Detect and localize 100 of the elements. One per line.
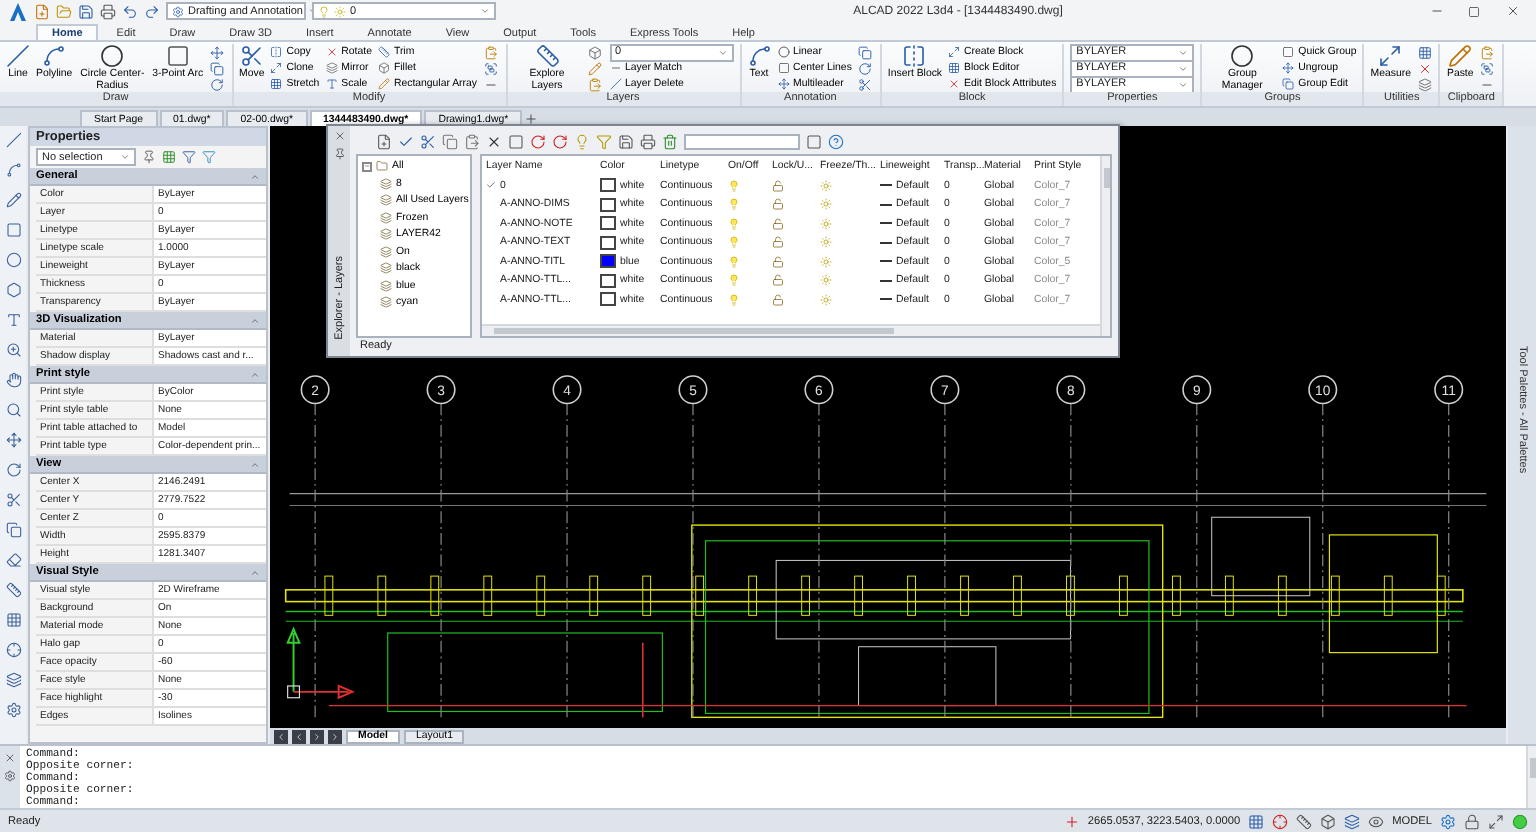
pin-icon[interactable] <box>333 148 345 160</box>
ribbon-icon-button[interactable] <box>1479 60 1496 76</box>
new-file-icon[interactable] <box>34 3 50 19</box>
color-swatch[interactable] <box>600 197 616 212</box>
settings-icon[interactable] <box>5 702 21 718</box>
filter-icon[interactable] <box>596 134 612 150</box>
rectangle-icon[interactable] <box>5 222 21 238</box>
unlock-icon[interactable] <box>772 255 784 268</box>
ribbon-icon-button[interactable] <box>857 60 874 76</box>
snap-icon[interactable] <box>1272 813 1289 829</box>
ribbon-icon-button[interactable] <box>209 44 226 60</box>
pin-icon[interactable] <box>142 150 156 164</box>
color-swatch[interactable] <box>600 235 616 250</box>
filter-icon[interactable] <box>182 150 196 164</box>
move-icon[interactable] <box>5 432 21 448</box>
close-icon[interactable] <box>333 130 345 142</box>
redo-icon[interactable] <box>144 3 160 19</box>
crosshair-icon[interactable] <box>1063 813 1080 829</box>
ribbon-icon-button[interactable] <box>483 44 499 60</box>
ribbon-icon-button[interactable] <box>1416 44 1433 60</box>
circle-icon[interactable] <box>5 252 21 268</box>
grid-icon[interactable] <box>1248 813 1265 829</box>
ruler-icon[interactable] <box>5 582 21 598</box>
circle-icon[interactable] <box>1512 813 1528 829</box>
ribbon-icon-button[interactable] <box>1416 60 1433 76</box>
grid-icon[interactable] <box>5 612 21 628</box>
ribbon-icon-button[interactable] <box>587 76 603 92</box>
folder-icon[interactable] <box>56 3 72 19</box>
ribbon-icon-button[interactable] <box>857 44 874 60</box>
ribbon-icon-button[interactable] <box>209 60 226 76</box>
printer-icon[interactable] <box>100 3 116 19</box>
scissors-icon[interactable] <box>420 134 436 150</box>
scrollbar[interactable] <box>482 324 1100 336</box>
ribbon-icon-button[interactable] <box>483 60 499 76</box>
line-icon[interactable] <box>5 132 21 148</box>
rotate-icon[interactable] <box>530 134 546 150</box>
gear-icon[interactable] <box>1440 813 1456 829</box>
add-tab-icon[interactable] <box>524 112 539 126</box>
save-icon[interactable] <box>618 134 634 150</box>
ribbon-icon-button[interactable] <box>1479 44 1496 60</box>
copy-icon[interactable] <box>442 134 458 150</box>
ribbon-icon-button[interactable] <box>857 76 874 92</box>
text-icon[interactable] <box>5 312 21 328</box>
color-swatch[interactable] <box>600 254 616 269</box>
collapse-icon[interactable] <box>362 161 372 172</box>
clipboard-icon[interactable] <box>464 134 480 150</box>
close-icon[interactable] <box>4 752 16 764</box>
help-icon[interactable] <box>828 134 844 150</box>
scissors-icon[interactable] <box>5 492 21 508</box>
unlock-icon[interactable] <box>772 274 784 287</box>
unlock-icon[interactable] <box>772 179 784 192</box>
trash-icon[interactable] <box>662 134 678 150</box>
next-tab-button[interactable] <box>310 729 324 743</box>
rotate-icon[interactable] <box>5 462 21 478</box>
square-icon[interactable] <box>806 134 822 150</box>
zoom-in-icon[interactable] <box>5 342 21 358</box>
square-icon[interactable] <box>508 134 524 150</box>
color-swatch[interactable] <box>600 273 616 288</box>
expand-icon[interactable] <box>1488 813 1504 829</box>
curve-icon[interactable] <box>5 162 21 178</box>
ribbon-icon-button[interactable] <box>587 44 603 60</box>
undo-icon[interactable] <box>122 3 138 19</box>
hand-icon[interactable] <box>5 372 21 388</box>
check-icon[interactable] <box>398 134 414 150</box>
new-layer-icon[interactable] <box>376 134 392 150</box>
unlock-icon[interactable] <box>772 217 784 230</box>
cross-icon[interactable] <box>486 134 502 150</box>
lightbulb-icon[interactable] <box>574 134 590 150</box>
scrollbar[interactable] <box>1100 156 1110 336</box>
printer-icon[interactable] <box>640 134 656 150</box>
last-tab-button[interactable] <box>328 729 342 743</box>
ribbon-icon-button[interactable] <box>587 60 603 76</box>
previous-tab-button[interactable] <box>292 729 306 743</box>
search-icon[interactable] <box>5 402 21 418</box>
search-field[interactable] <box>684 134 800 150</box>
grid-icon[interactable] <box>162 150 176 164</box>
hexagon-icon[interactable] <box>5 282 21 298</box>
save-icon[interactable] <box>78 3 94 19</box>
ribbon-icon-button[interactable] <box>1416 76 1433 92</box>
scrollbar[interactable] <box>1526 746 1536 808</box>
crosshair-icon[interactable] <box>5 642 21 658</box>
cube-icon[interactable] <box>1320 813 1337 829</box>
copy-icon[interactable] <box>5 522 21 538</box>
eye-icon[interactable] <box>1368 813 1385 829</box>
unlock-icon[interactable] <box>772 293 784 306</box>
filter-icon[interactable] <box>202 150 216 164</box>
eraser-icon[interactable] <box>5 552 21 568</box>
color-swatch[interactable] <box>600 216 616 231</box>
color-swatch[interactable] <box>600 292 616 307</box>
color-swatch[interactable] <box>600 178 616 193</box>
lock-icon[interactable] <box>1464 813 1480 829</box>
ruler-icon[interactable] <box>1296 813 1313 829</box>
settings-icon[interactable] <box>4 770 16 782</box>
unlock-icon[interactable] <box>772 236 784 249</box>
ribbon-icon-button[interactable] <box>209 76 226 92</box>
pencil-icon[interactable] <box>5 192 21 208</box>
layers-icon[interactable] <box>5 672 21 688</box>
first-tab-button[interactable] <box>274 729 288 743</box>
layers-icon[interactable] <box>1344 813 1361 829</box>
unlock-icon[interactable] <box>772 198 784 211</box>
